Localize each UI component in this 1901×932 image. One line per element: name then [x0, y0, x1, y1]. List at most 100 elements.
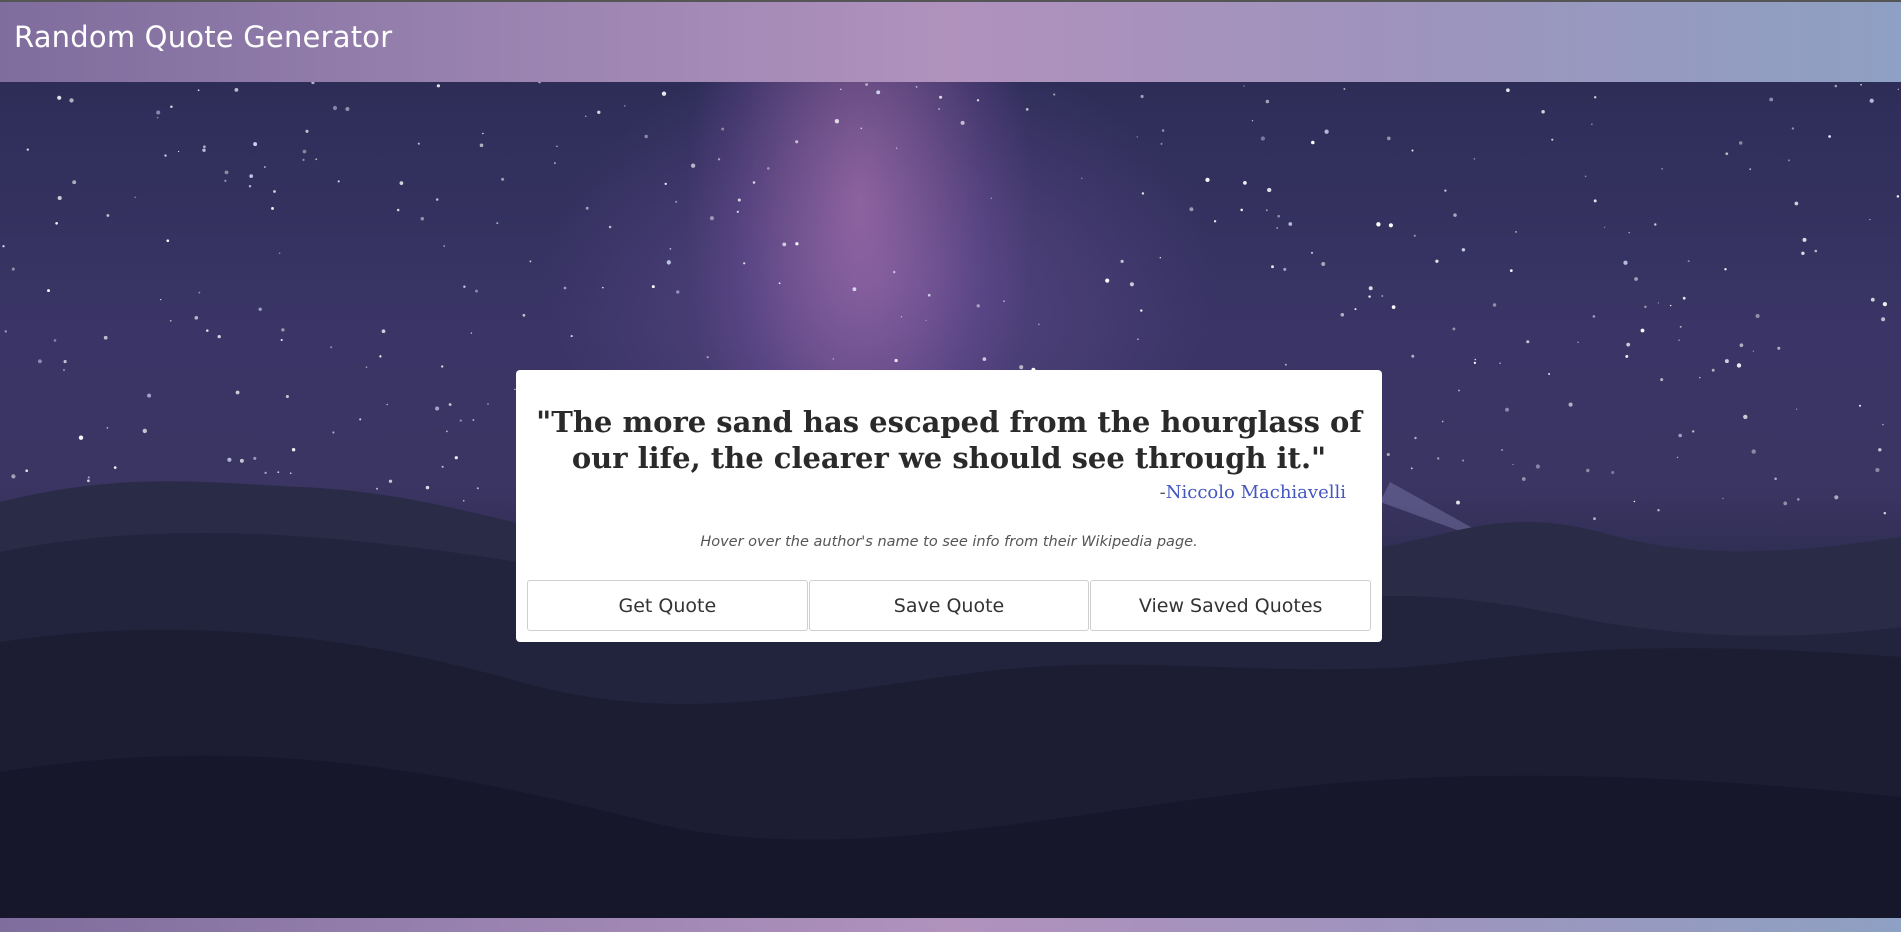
- star: [1592, 315, 1596, 318]
- star: [103, 335, 108, 340]
- star: [264, 471, 267, 475]
- star: [602, 286, 604, 289]
- star: [202, 148, 206, 152]
- author-link[interactable]: Niccolo Machiavelli: [1166, 482, 1346, 503]
- star: [1288, 222, 1293, 226]
- star: [1881, 317, 1886, 322]
- star: [441, 365, 444, 368]
- star: [420, 216, 425, 221]
- star: [840, 88, 842, 90]
- star: [737, 198, 741, 202]
- star: [53, 339, 57, 342]
- star: [1875, 467, 1880, 473]
- star: [1869, 98, 1874, 103]
- star: [666, 260, 671, 265]
- star: [1628, 231, 1630, 234]
- star: [224, 179, 227, 182]
- star: [253, 456, 257, 460]
- star: [271, 206, 274, 210]
- star: [1751, 449, 1756, 454]
- button-row: Get Quote Save Quote View Saved Quotes: [527, 580, 1372, 631]
- star: [454, 456, 458, 460]
- star: [1640, 328, 1645, 333]
- star: [1276, 227, 1279, 229]
- star: [170, 105, 173, 109]
- star: [1436, 457, 1440, 460]
- star: [1828, 135, 1831, 138]
- star: [1834, 84, 1838, 88]
- star: [1435, 259, 1439, 263]
- star: [1711, 368, 1715, 372]
- star: [475, 289, 478, 293]
- star: [55, 221, 58, 225]
- star: [892, 270, 896, 274]
- star: [1512, 463, 1514, 466]
- star: [1724, 359, 1729, 364]
- star: [1541, 110, 1545, 114]
- star: [1499, 362, 1501, 364]
- star: [1679, 325, 1682, 328]
- star: [1368, 286, 1373, 291]
- star: [1769, 97, 1774, 102]
- star: [1411, 354, 1415, 358]
- star: [37, 359, 42, 364]
- star: [585, 115, 587, 117]
- star: [1774, 477, 1777, 481]
- star: [1634, 277, 1638, 281]
- star: [69, 98, 74, 103]
- get-quote-button[interactable]: Get Quote: [527, 580, 808, 631]
- star: [795, 140, 799, 144]
- star: [1594, 96, 1597, 99]
- star: [1441, 420, 1444, 423]
- star: [1633, 500, 1636, 503]
- star: [1515, 231, 1517, 233]
- star: [1444, 189, 1447, 192]
- footer-bar: [0, 918, 1901, 932]
- app-window: Random Quote Generator "The more sand ha…: [0, 0, 1901, 932]
- star: [1626, 342, 1631, 347]
- star: [63, 369, 65, 371]
- star: [1386, 452, 1390, 457]
- star: [164, 154, 167, 157]
- star: [436, 84, 441, 88]
- star: [1623, 260, 1628, 265]
- star: [194, 315, 199, 320]
- star: [273, 190, 276, 193]
- star: [538, 82, 541, 84]
- star: [1267, 187, 1272, 193]
- star: [1625, 354, 1629, 358]
- star: [1795, 408, 1798, 410]
- star: [1413, 234, 1416, 237]
- star: [1501, 448, 1504, 452]
- star: [661, 91, 667, 96]
- star: [1586, 468, 1590, 473]
- star: [1687, 260, 1690, 263]
- star: [1869, 218, 1871, 221]
- star: [1368, 295, 1371, 298]
- star: [1251, 120, 1254, 122]
- star: [1137, 338, 1139, 340]
- star: [1120, 259, 1124, 264]
- star: [1160, 142, 1163, 145]
- star: [1604, 226, 1606, 228]
- star: [563, 286, 567, 290]
- star: [1473, 158, 1476, 160]
- save-quote-button[interactable]: Save Quote: [808, 580, 1090, 631]
- star: [752, 181, 756, 184]
- star: [26, 148, 29, 151]
- star: [311, 82, 315, 85]
- star: [976, 99, 980, 102]
- star: [1882, 423, 1884, 426]
- star: [417, 142, 420, 145]
- star: [206, 329, 209, 332]
- star: [345, 106, 350, 112]
- star: [264, 166, 266, 168]
- star: [782, 242, 787, 247]
- star: [990, 197, 993, 199]
- star: [1340, 313, 1345, 317]
- star: [651, 285, 655, 289]
- star: [1019, 365, 1024, 370]
- star: [876, 90, 881, 95]
- view-saved-quotes-button[interactable]: View Saved Quotes: [1090, 580, 1372, 631]
- star: [1343, 88, 1346, 90]
